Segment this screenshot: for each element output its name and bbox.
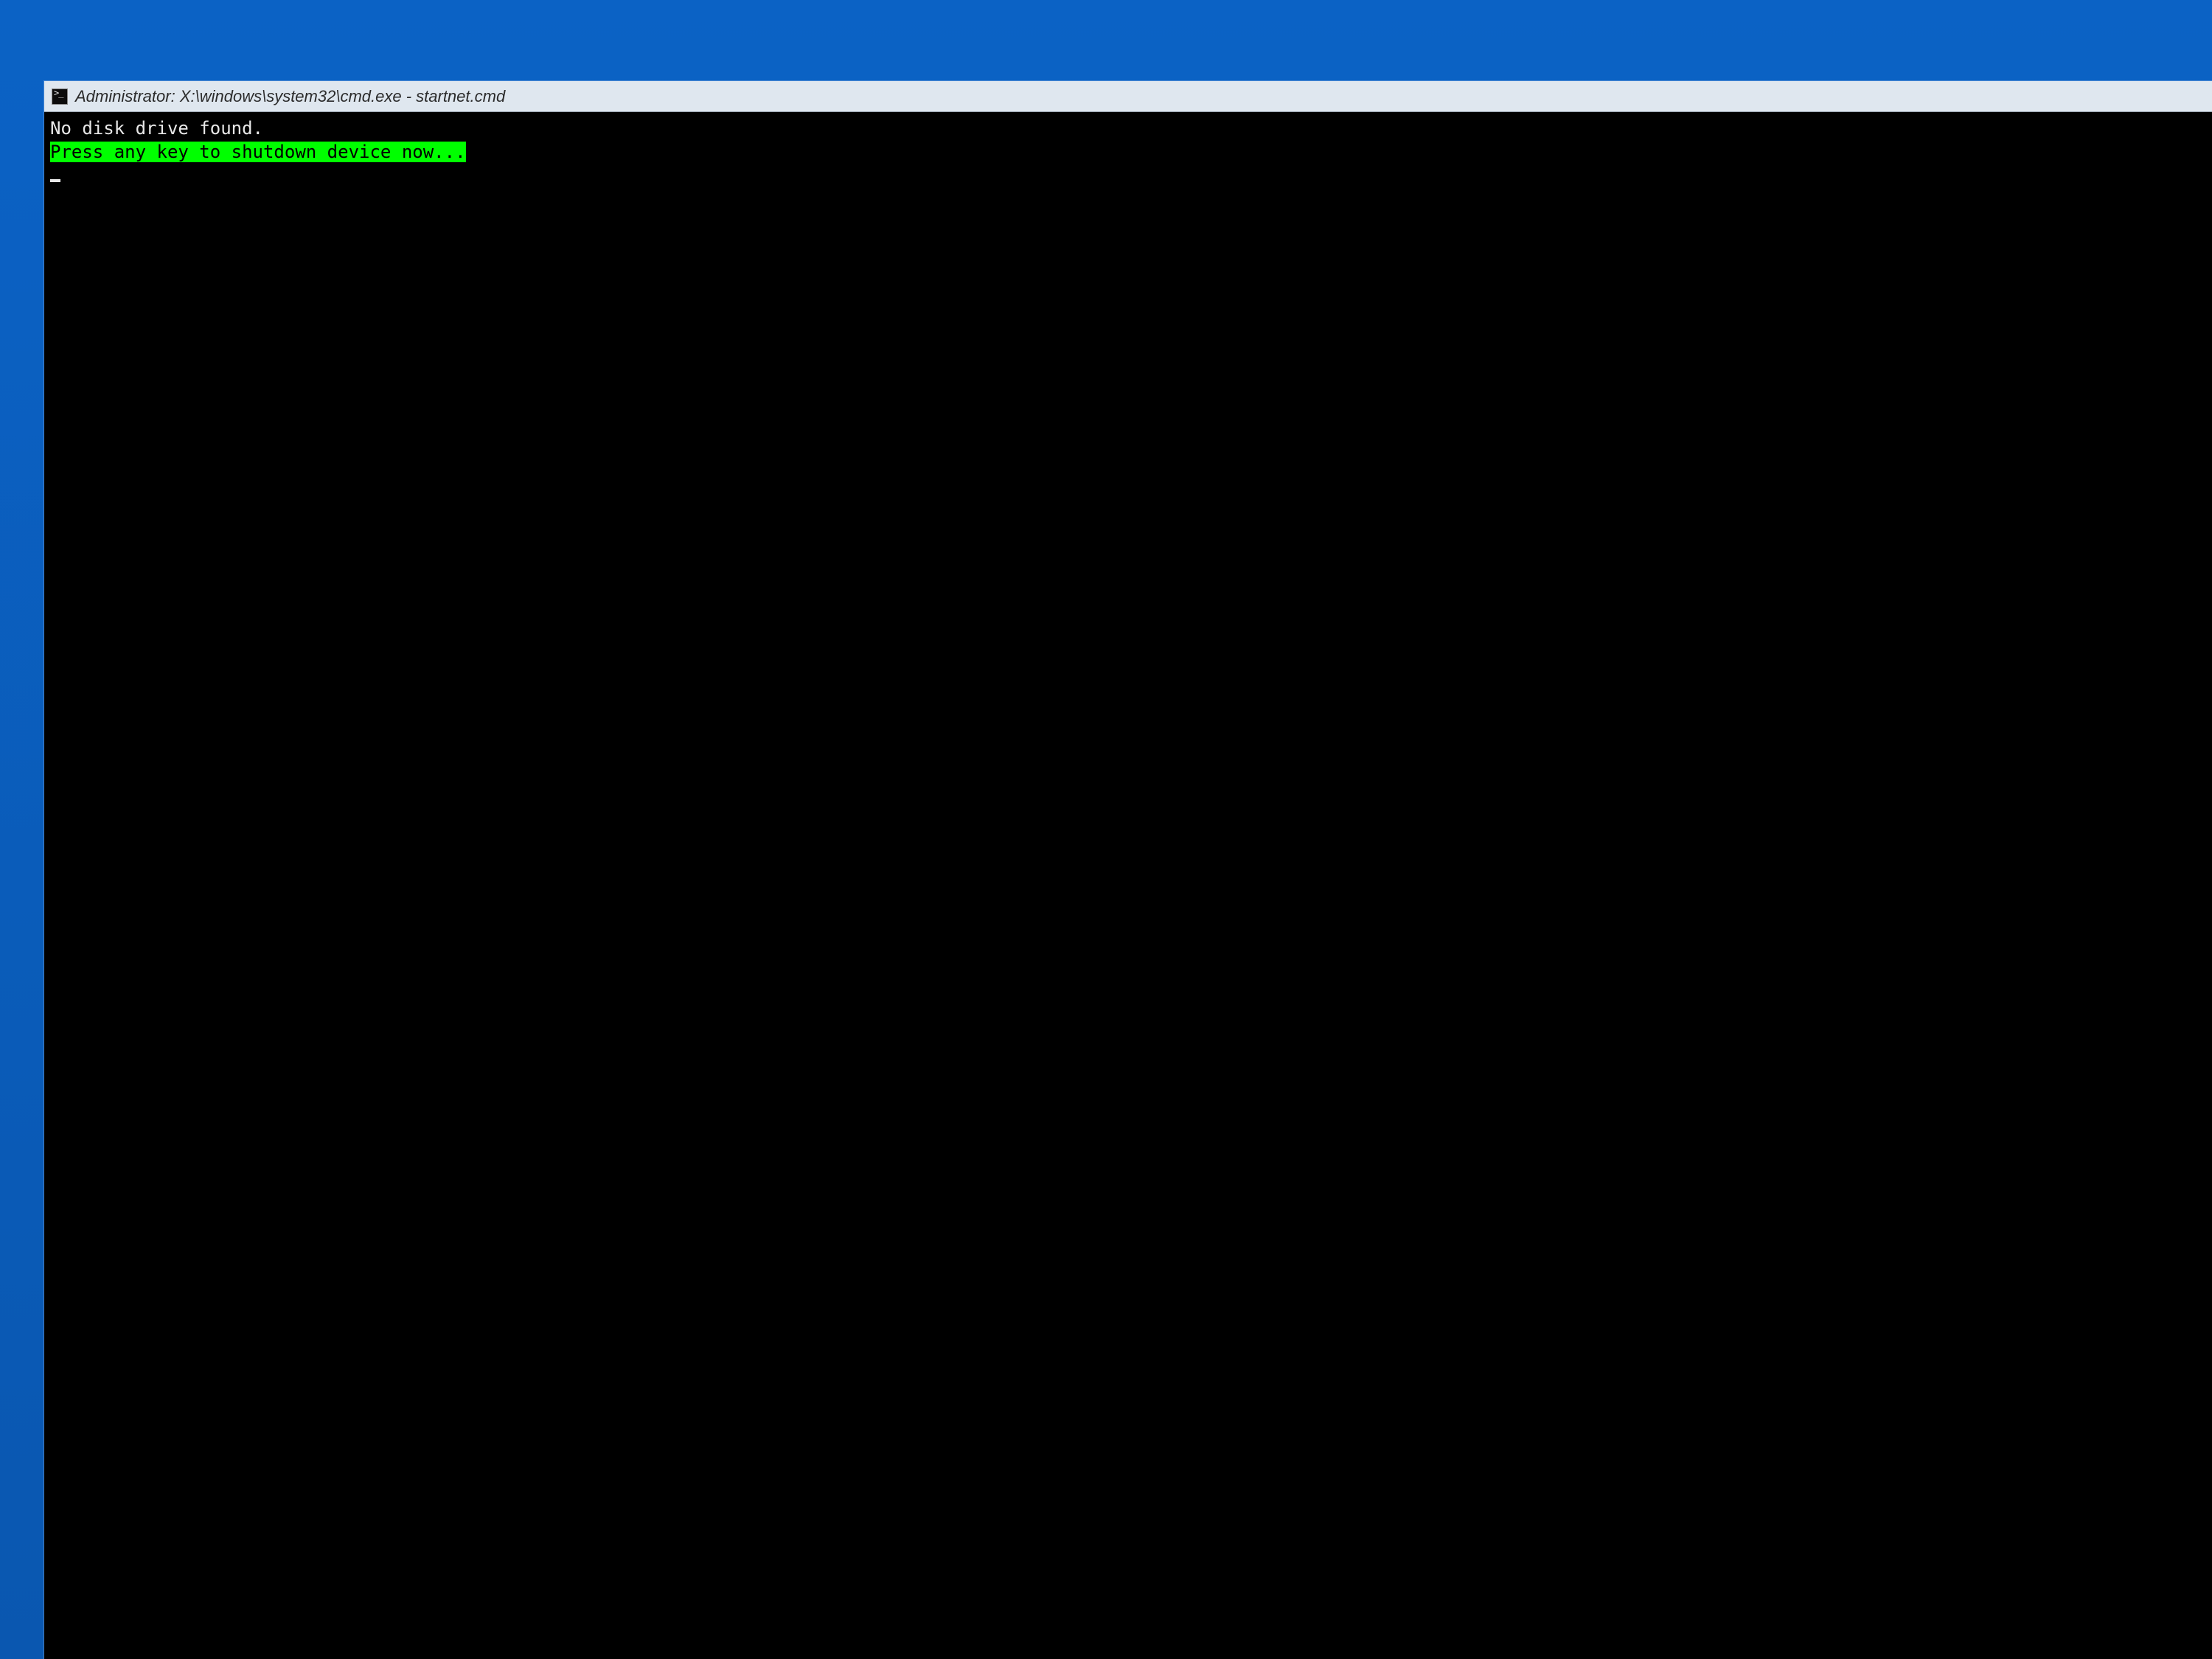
terminal-line: No disk drive found. xyxy=(50,118,263,139)
terminal-output[interactable]: No disk drive found. Press any key to sh… xyxy=(44,112,2212,1659)
terminal-line-highlight: Press any key to shutdown device now... xyxy=(50,142,466,162)
cmd-icon xyxy=(52,88,68,105)
window-title: Administrator: X:\windows\system32\cmd.e… xyxy=(75,87,505,106)
cmd-window: Administrator: X:\windows\system32\cmd.e… xyxy=(44,81,2212,1659)
window-titlebar[interactable]: Administrator: X:\windows\system32\cmd.e… xyxy=(44,81,2212,112)
terminal-cursor xyxy=(50,179,60,182)
desktop-background: Administrator: X:\windows\system32\cmd.e… xyxy=(0,0,2212,1659)
